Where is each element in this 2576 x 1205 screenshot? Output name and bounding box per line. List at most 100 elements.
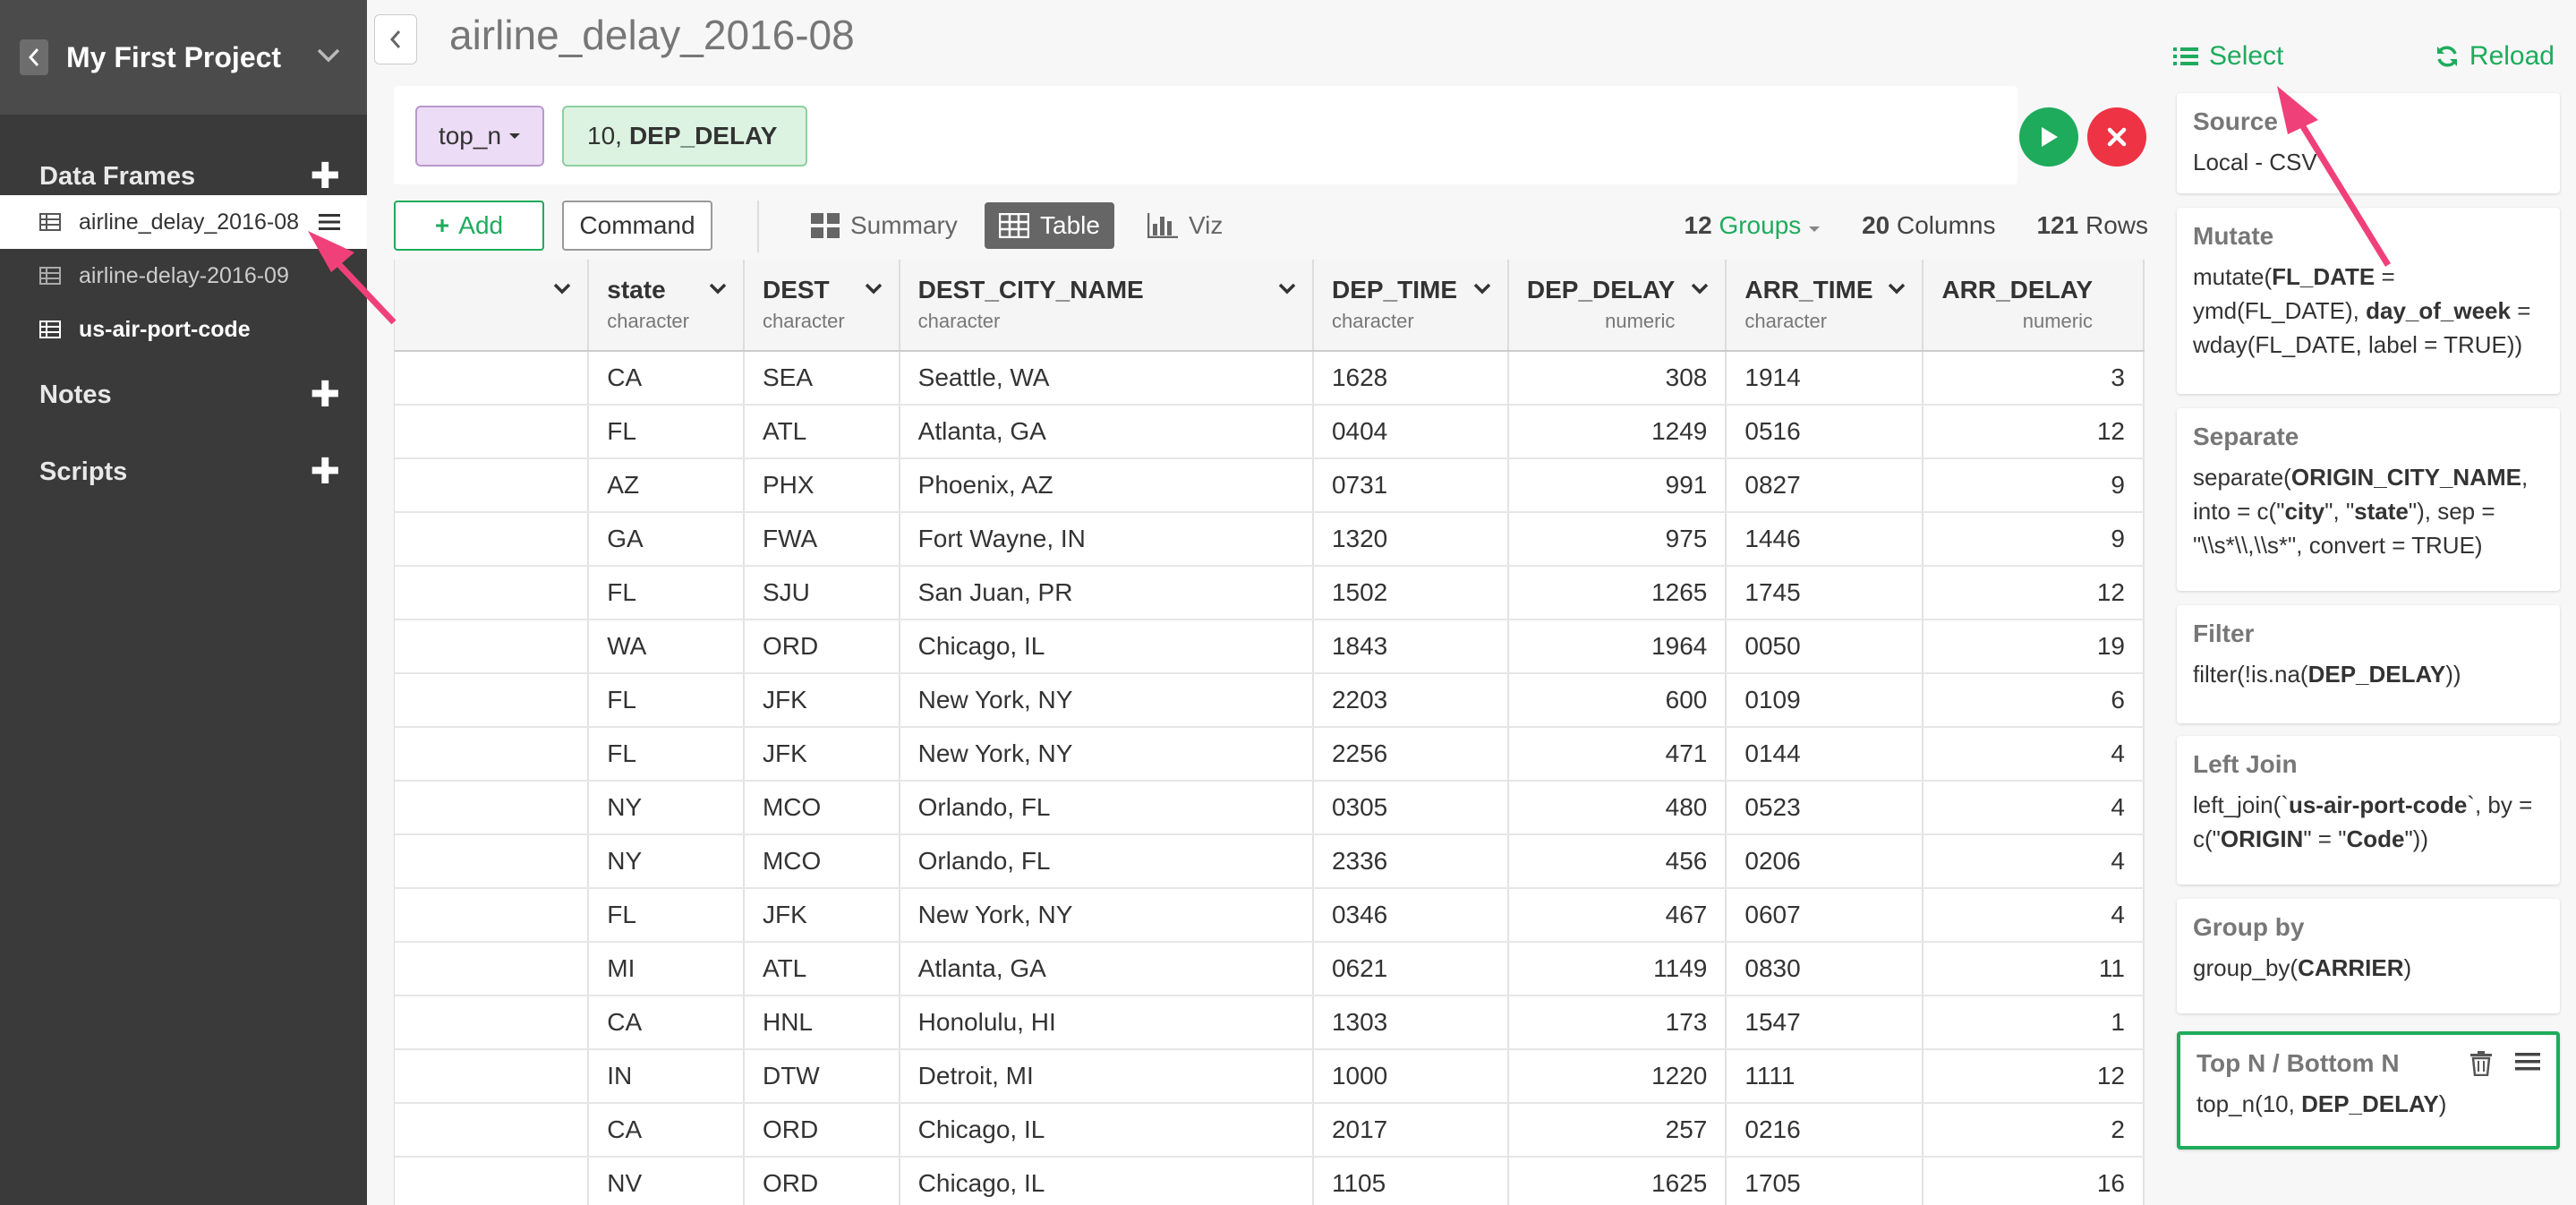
collapse-sidebar-button[interactable] [374, 14, 417, 64]
table-cell[interactable]: Chicago, IL [899, 1157, 1314, 1205]
column-menu-icon[interactable] [1473, 283, 1491, 295]
step-card-left-join[interactable]: Left Join left_join(`us-air-port-code`, … [2177, 736, 2560, 885]
table-cell[interactable]: Fort Wayne, IN [899, 512, 1314, 567]
table-cell[interactable] [395, 834, 590, 889]
table-cell[interactable]: 1547 [1726, 996, 1924, 1050]
step-card-top-n[interactable]: Top N / Bottom N top_n(10, DEP_DELAY) [2177, 1031, 2560, 1149]
table-cell[interactable]: 1 [1923, 996, 2145, 1050]
table-cell[interactable]: 1000 [1312, 1049, 1509, 1104]
table-cell[interactable]: Honolulu, HI [899, 996, 1314, 1050]
table-cell[interactable]: 0050 [1726, 620, 1924, 674]
table-cell[interactable]: 0346 [1312, 888, 1509, 943]
table-cell[interactable]: NV [588, 1157, 745, 1205]
summary-view-button[interactable]: Summary [797, 202, 972, 249]
table-cell[interactable]: ORD [743, 1103, 900, 1158]
step-card-source[interactable]: Source Local - CSV [2177, 93, 2560, 193]
table-cell[interactable]: 1149 [1507, 942, 1727, 996]
table-cell[interactable]: 12 [1923, 405, 2145, 459]
table-cell[interactable]: ds [395, 942, 590, 996]
table-cell[interactable]: JFK [743, 727, 900, 782]
table-cell[interactable]: co [395, 1103, 590, 1158]
table-cell[interactable]: 3 [1923, 351, 2145, 406]
table-cell[interactable]: FL [588, 566, 745, 620]
column-menu-icon[interactable] [1278, 283, 1296, 295]
table-cell[interactable]: 2203 [1312, 673, 1509, 728]
table-cell[interactable]: PHX [743, 458, 900, 513]
column-header[interactable]: ARR_DELAY numeric [1923, 260, 2145, 352]
column-header[interactable]: ARR_TIME character [1726, 260, 1924, 352]
step-card-filter[interactable]: Filter filter(!is.na(DEP_DELAY)) [2177, 605, 2560, 723]
table-cell[interactable]: ATL [743, 405, 900, 459]
table-cell[interactable]: 1111 [1726, 1049, 1924, 1104]
table-cell[interactable]: DTW [743, 1049, 900, 1104]
column-menu-icon[interactable] [553, 283, 571, 295]
table-cell[interactable]: New York, NY [899, 727, 1314, 782]
column-header[interactable]: DEST character [743, 260, 900, 352]
data-frame-item-airline-delay-2016-08[interactable]: airline_delay_2016-08 [0, 195, 367, 249]
add-data-frame-icon[interactable]: ✚ [310, 158, 340, 194]
table-cell[interactable]: FL [588, 405, 745, 459]
table-cell[interactable]: 173 [1507, 996, 1727, 1050]
table-cell[interactable]: 0109 [1726, 673, 1924, 728]
table-cell[interactable]: 2256 [1312, 727, 1509, 782]
table-cell[interactable]: JFK [743, 888, 900, 943]
table-cell[interactable]: Atlanta, GA [899, 405, 1314, 459]
table-cell[interactable]: FL [588, 727, 745, 782]
table-cell[interactable]: SEA [743, 351, 900, 406]
table-cell[interactable]: dale [395, 673, 590, 728]
add-script-icon[interactable]: ✚ [310, 454, 340, 490]
table-cell[interactable]: Phoenix, AZ [899, 458, 1314, 513]
command-function-token[interactable]: top_n [415, 106, 544, 167]
command-button[interactable]: Command [562, 201, 712, 251]
add-step-button[interactable]: + Add [394, 201, 544, 251]
table-cell[interactable]: NY [588, 781, 745, 835]
groups-dropdown[interactable]: 12 Groups [1685, 211, 1821, 240]
cancel-button[interactable] [2087, 107, 2146, 167]
table-cell[interactable]: Seattle, WA [899, 351, 1314, 406]
select-button[interactable]: Select [2173, 41, 2283, 72]
table-cell[interactable]: 1265 [1507, 566, 1727, 620]
table-cell[interactable] [395, 351, 590, 406]
add-note-icon[interactable]: ✚ [310, 377, 340, 413]
table-cell[interactable]: 257 [1507, 1103, 1727, 1158]
table-cell[interactable]: 19 [1923, 620, 2145, 674]
table-cell[interactable]: dale [395, 727, 590, 782]
table-cell[interactable]: FL [588, 888, 745, 943]
table-cell[interactable]: 0404 [1312, 405, 1509, 459]
table-cell[interactable]: 467 [1507, 888, 1727, 943]
table-cell[interactable]: 4 [1923, 888, 2145, 943]
table-cell[interactable]: CA [588, 351, 745, 406]
table-cell[interactable]: 2017 [1312, 1103, 1509, 1158]
table-cell[interactable]: SJU [743, 566, 900, 620]
table-cell[interactable]: 1303 [1312, 996, 1509, 1050]
step-card-separate[interactable]: Separate separate(ORIGIN_CITY_NAME, into… [2177, 408, 2560, 591]
table-cell[interactable]: 308 [1507, 351, 1727, 406]
table-view-button[interactable]: Table [985, 202, 1114, 249]
table-cell[interactable]: CA [588, 1103, 745, 1158]
table-cell[interactable]: 1914 [1726, 351, 1924, 406]
column-menu-icon[interactable] [1888, 283, 1906, 295]
table-cell[interactable]: 0607 [1726, 888, 1924, 943]
table-cell[interactable]: Detroit, MI [899, 1049, 1314, 1104]
table-cell[interactable]: 6 [1923, 673, 2145, 728]
column-header[interactable] [395, 260, 590, 352]
column-header[interactable]: state character [588, 260, 745, 352]
table-cell[interactable]: WA [588, 620, 745, 674]
table-cell[interactable]: 0216 [1726, 1103, 1924, 1158]
table-cell[interactable]: 1320 [1312, 512, 1509, 567]
column-header[interactable]: DEP_DELAY numeric [1507, 260, 1727, 352]
table-cell[interactable]: New York, NY [899, 673, 1314, 728]
table-cell[interactable]: 0731 [1312, 458, 1509, 513]
table-cell[interactable]: 0144 [1726, 727, 1924, 782]
table-cell[interactable]: Chicago, IL [899, 1103, 1314, 1158]
table-cell[interactable]: HNL [743, 996, 900, 1050]
column-menu-icon[interactable] [1691, 283, 1709, 295]
table-cell[interactable]: 1964 [1507, 620, 1727, 674]
table-cell[interactable]: ATL [743, 942, 900, 996]
table-cell[interactable]: 456 [1507, 834, 1727, 889]
hamburger-menu-icon[interactable] [2515, 1051, 2540, 1073]
column-menu-icon[interactable] [865, 283, 883, 295]
table-cell[interactable] [395, 458, 590, 513]
table-cell[interactable]: AZ [588, 458, 745, 513]
table-cell[interactable] [395, 566, 590, 620]
